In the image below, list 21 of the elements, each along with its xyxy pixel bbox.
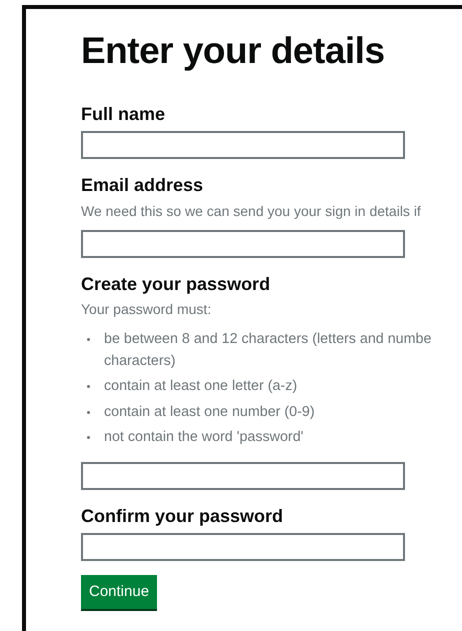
requirement-text: contain at least one number (0-9): [104, 402, 315, 422]
field-label[interactable]: Confirm your password: [81, 506, 462, 528]
field-label[interactable]: Email address: [81, 175, 462, 197]
continue-button[interactable]: Continue: [81, 575, 158, 609]
bullet-icon: [87, 338, 90, 342]
page-heading: Enter your details: [81, 31, 386, 72]
text-field[interactable]: [81, 230, 405, 258]
requirement-text: be between 8 and 12 characters (letters and numbe: [104, 330, 432, 350]
bullet-icon: [87, 385, 90, 388]
text-field[interactable]: [81, 533, 405, 562]
hint-text: We need this so we can send you your sign in details if: [81, 202, 422, 220]
requirement-text: characters): [104, 352, 177, 372]
bullet-icon: [87, 410, 90, 414]
requirement-text: contain at least one letter (a-z): [104, 377, 298, 396]
text-field[interactable]: [81, 462, 405, 490]
text-field[interactable]: [81, 131, 405, 160]
bullet-icon: [87, 436, 90, 439]
field-label[interactable]: Full name: [81, 104, 462, 126]
hint-text: Your password must:: [81, 301, 212, 318]
requirement-text: not contain the word 'password': [104, 428, 304, 447]
field-label[interactable]: Create your password: [81, 274, 462, 296]
